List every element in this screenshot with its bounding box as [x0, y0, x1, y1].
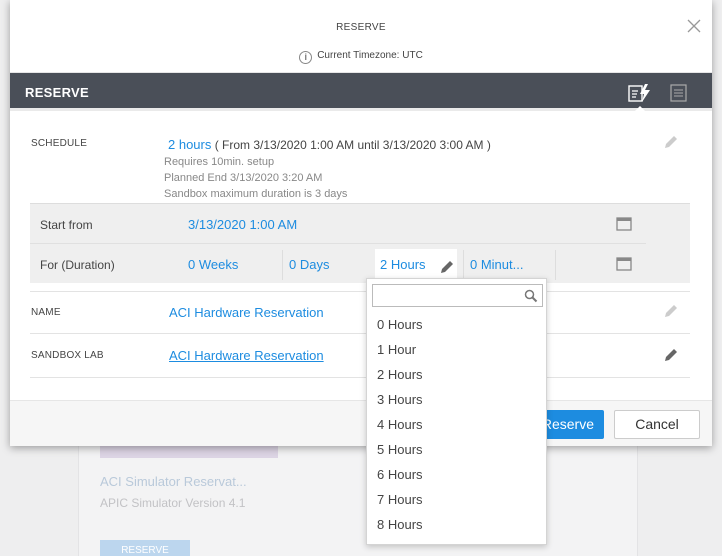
section-header-bar: RESERVE: [10, 73, 712, 112]
duration-label: For (Duration): [40, 258, 115, 272]
reserve-modal: RESERVE i Current Timezone: UTC RESERVE S…: [10, 0, 712, 446]
hours-search-input[interactable]: [373, 285, 513, 306]
schedule-label: SCHEDULE: [31, 138, 88, 149]
hours-option[interactable]: 7 Hours: [367, 487, 546, 512]
divider: [463, 250, 464, 280]
edit-schedule-pencil-icon[interactable]: [662, 133, 680, 151]
quick-reserve-icon[interactable]: [628, 83, 652, 103]
hours-option[interactable]: 2 Hours: [367, 362, 546, 387]
hours-option[interactable]: 3 Hours: [367, 387, 546, 412]
search-icon: [524, 289, 538, 303]
hours-option[interactable]: 4 Hours: [367, 412, 546, 437]
info-icon: i: [299, 51, 313, 64]
divider: [282, 250, 283, 280]
hours-dropdown: 0 Hours 1 Hour 2 Hours 3 Hours 4 Hours 5…: [366, 278, 547, 545]
background-card-title[interactable]: ACI Simulator Reservat...: [100, 474, 247, 489]
hours-option[interactable]: 8 Hours: [367, 512, 546, 537]
schedule-summary: 2 hours ( From 3/13/2020 1:00 AM until 3…: [168, 137, 491, 152]
start-from-label: Start from: [40, 218, 93, 232]
schedule-range: ( From 3/13/2020 1:00 AM until 3/13/2020…: [214, 138, 491, 152]
edit-name-pencil-icon[interactable]: [662, 302, 680, 320]
sandbox-lab-label: SANDBOX LAB: [31, 350, 104, 361]
background-card-subtitle: APIC Simulator Version 4.1: [100, 496, 246, 510]
duration-hours[interactable]: 2 Hours: [380, 257, 426, 272]
start-from-value[interactable]: 3/13/2020 1:00 AM: [188, 217, 297, 232]
divider: [30, 377, 690, 378]
modal-title: RESERVE: [336, 22, 386, 33]
cancel-button[interactable]: Cancel: [614, 410, 700, 439]
hours-option[interactable]: 6 Hours: [367, 462, 546, 487]
close-icon[interactable]: [684, 16, 704, 36]
modal-header: RESERVE i Current Timezone: UTC: [10, 0, 712, 73]
section-header-title: RESERVE: [25, 85, 89, 100]
duration-weeks[interactable]: 0 Weeks: [188, 257, 238, 272]
edit-hours-pencil-icon[interactable]: [439, 259, 455, 275]
divider: [555, 250, 556, 280]
hours-option[interactable]: 5 Hours: [367, 437, 546, 462]
sandbox-lab-link[interactable]: ACI Hardware Reservation: [169, 348, 324, 363]
active-tab-caret: [634, 106, 646, 112]
schedule-duration: 2 hours: [168, 137, 212, 152]
name-label: NAME: [31, 307, 61, 318]
hours-option[interactable]: 1 Hour: [367, 337, 546, 362]
details-list-icon[interactable]: [670, 84, 688, 102]
timezone-text: Current Timezone: UTC: [317, 50, 423, 61]
start-from-row: Start from 3/13/2020 1:00 AM: [30, 204, 646, 244]
edit-sandbox-pencil-icon[interactable]: [662, 346, 680, 364]
hours-options-list: 0 Hours 1 Hour 2 Hours 3 Hours 4 Hours 5…: [367, 312, 546, 537]
duration-days[interactable]: 0 Days: [289, 257, 329, 272]
divider: [30, 333, 690, 334]
duration-calendar-icon[interactable]: [616, 256, 632, 271]
max-duration-note: Sandbox maximum duration is 3 days: [164, 188, 348, 200]
hours-search-box: [372, 284, 543, 307]
planned-end: Planned End 3/13/2020 3:20 AM: [164, 172, 323, 184]
divider: [30, 291, 690, 292]
timezone-row: i Current Timezone: UTC: [10, 50, 712, 64]
duration-minutes[interactable]: 0 Minut...: [470, 257, 523, 272]
reservation-name[interactable]: ACI Hardware Reservation: [169, 305, 324, 320]
start-calendar-icon[interactable]: [616, 216, 632, 231]
schedule-editor: Start from 3/13/2020 1:00 AM For (Durati…: [30, 203, 690, 283]
duration-row: For (Duration) 0 Weeks 0 Days 2 Hours 0 …: [30, 244, 646, 284]
setup-note: Requires 10min. setup: [164, 156, 275, 168]
modal-footer: Reserve Cancel: [10, 400, 712, 446]
background-reserve-button[interactable]: RESERVE: [100, 540, 190, 556]
hours-option[interactable]: 0 Hours: [367, 312, 546, 337]
